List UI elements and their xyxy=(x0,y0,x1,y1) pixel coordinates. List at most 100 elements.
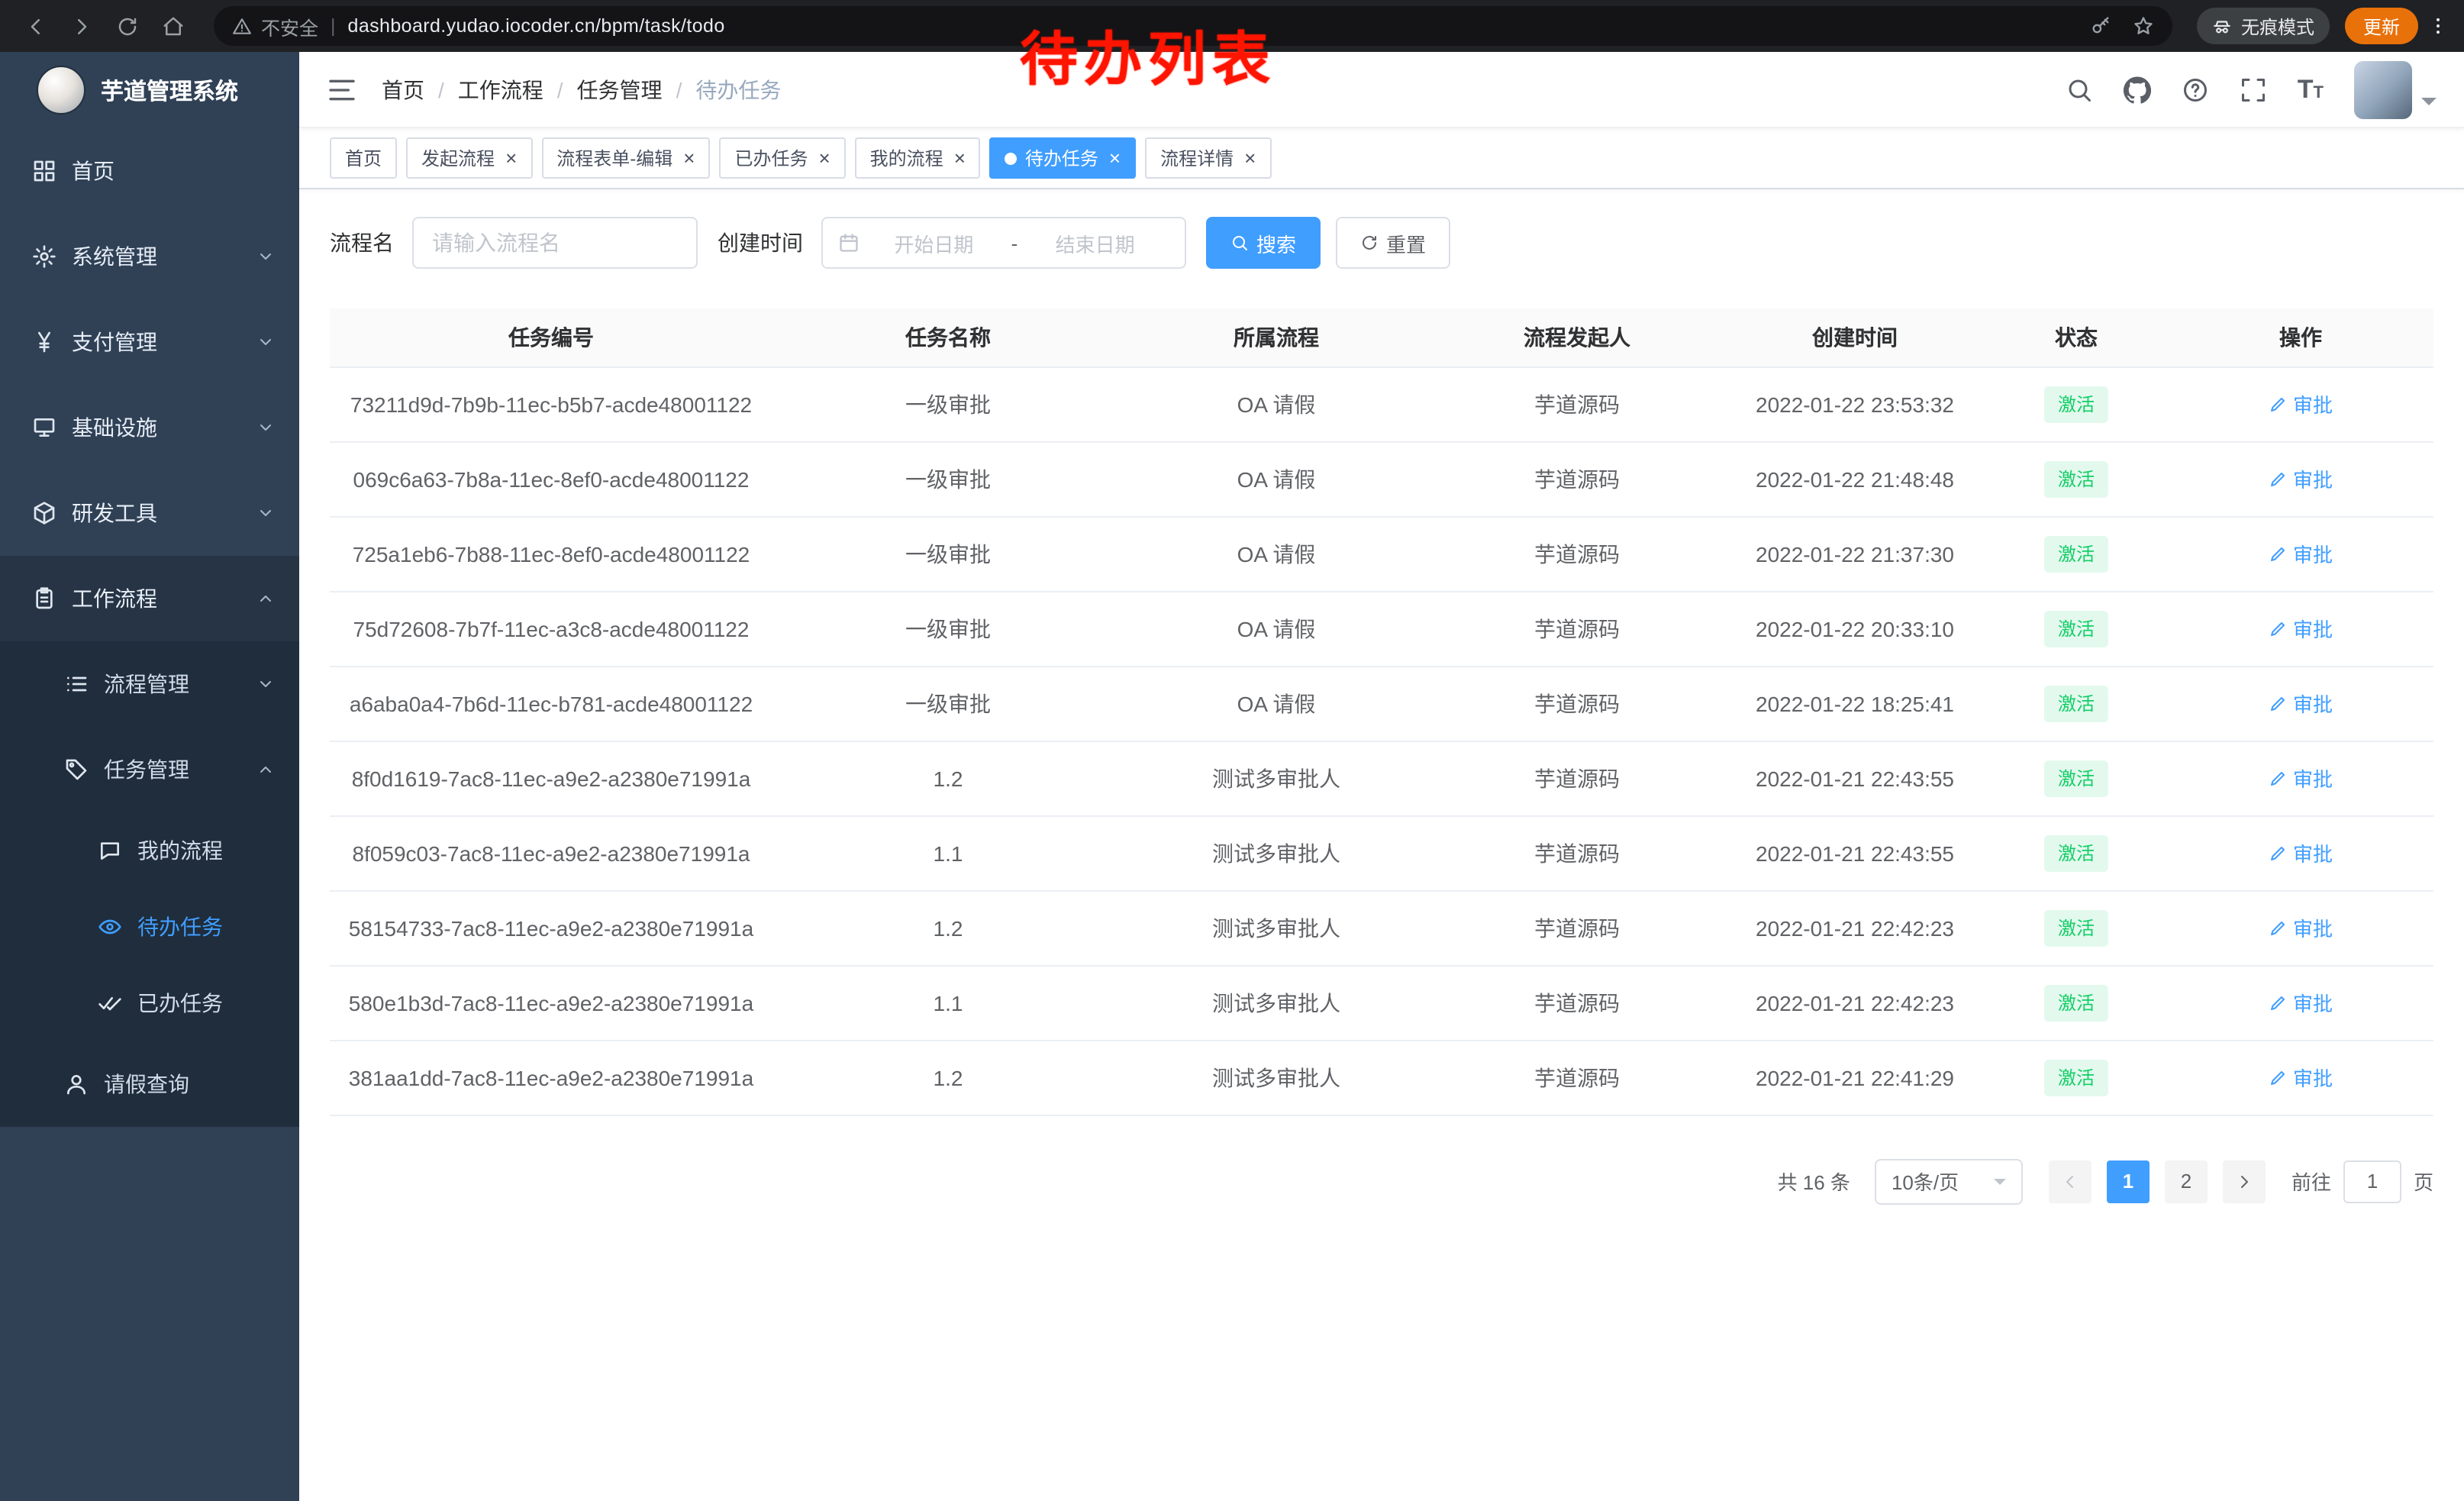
reset-button[interactable]: 重置 xyxy=(1336,217,1450,269)
avatar-button[interactable] xyxy=(2354,60,2437,118)
tab-form-edit[interactable]: 流程表单-编辑× xyxy=(541,137,710,179)
tab-home[interactable]: 首页 xyxy=(330,137,397,179)
refresh-icon[interactable] xyxy=(107,6,147,46)
total-count: 共 16 条 xyxy=(1778,1167,1850,1196)
sidebar-item-devtools[interactable]: 研发工具 xyxy=(0,470,299,556)
starter-cell: 芋道源码 xyxy=(1429,666,1725,741)
search-button[interactable]: 搜索 xyxy=(1206,217,1321,269)
tab-todo-task[interactable]: 待办任务× xyxy=(990,137,1136,179)
approve-button[interactable]: 审批 xyxy=(2269,1063,2333,1092)
task-id-cell: 8f059c03-7ac8-11ec-a9e2-a2380e71991a xyxy=(330,815,772,890)
sidebar-item-process-mgmt[interactable]: 流程管理 xyxy=(0,641,299,727)
approve-button[interactable]: 审批 xyxy=(2269,913,2333,942)
key-icon[interactable] xyxy=(2090,15,2111,37)
main-area: 首页/工作流程/任务管理/待办任务 TT 首页发起流程×流程表单-编辑×已办任务… xyxy=(299,52,2464,1501)
close-icon[interactable]: × xyxy=(954,148,966,168)
clipboard-icon xyxy=(32,586,56,611)
page-button-2[interactable]: 2 xyxy=(2165,1160,2208,1202)
pencil-icon xyxy=(2269,395,2287,413)
process-cell: OA 请假 xyxy=(1124,441,1429,516)
tab-process-detail[interactable]: 流程详情× xyxy=(1145,137,1271,179)
github-icon[interactable] xyxy=(2124,76,2151,103)
close-icon[interactable]: × xyxy=(1244,148,1256,168)
process-name-input[interactable] xyxy=(412,217,698,269)
sidebar-item-home[interactable]: 首页 xyxy=(0,128,299,214)
page-content: 流程名 创建时间 开始日期 - 结束日期 搜索 重 xyxy=(299,189,2464,1501)
approve-button[interactable]: 审批 xyxy=(2269,614,2333,643)
chevron-right-icon xyxy=(2235,1172,2253,1190)
approve-button[interactable]: 审批 xyxy=(2269,838,2333,867)
breadcrumb-item[interactable]: 首页 xyxy=(382,74,424,105)
chevron-down-icon xyxy=(256,418,275,437)
status-badge: 激活 xyxy=(2044,386,2108,422)
task-table-body: 73211d9d-7b9b-11ec-b5b7-acde48001122一级审批… xyxy=(330,366,2433,1115)
status-badge: 激活 xyxy=(2044,760,2108,796)
sidebar-item-system[interactable]: 系统管理 xyxy=(0,214,299,299)
close-icon[interactable]: × xyxy=(1109,148,1121,168)
breadcrumb-item[interactable]: 任务管理 xyxy=(577,74,663,105)
goto-page-input[interactable] xyxy=(2343,1160,2401,1202)
prev-page-button[interactable] xyxy=(2049,1160,2091,1202)
next-page-button[interactable] xyxy=(2223,1160,2266,1202)
home-icon[interactable] xyxy=(153,6,192,46)
app-title: 芋道管理系统 xyxy=(101,74,238,106)
question-icon[interactable] xyxy=(2182,76,2209,103)
starter-cell: 芋道源码 xyxy=(1429,591,1725,666)
approve-button[interactable]: 审批 xyxy=(2269,689,2333,718)
sidebar-item-payment[interactable]: 支付管理 xyxy=(0,299,299,385)
task-name-cell: 一级审批 xyxy=(772,516,1124,591)
approve-button[interactable]: 审批 xyxy=(2269,389,2333,418)
task-id-cell: a6aba0a4-7b6d-11ec-b781-acde48001122 xyxy=(330,666,772,741)
sidebar-item-workflow[interactable]: 工作流程 xyxy=(0,556,299,641)
sidebar-item-my-process[interactable]: 我的流程 xyxy=(0,812,299,889)
sidebar-item-leave-query[interactable]: 请假查询 xyxy=(0,1041,299,1127)
hamburger-icon[interactable] xyxy=(327,74,357,105)
kebab-menu-icon[interactable] xyxy=(2427,15,2449,37)
search-icon[interactable] xyxy=(2066,76,2093,103)
gear-icon xyxy=(32,244,56,269)
pencil-icon xyxy=(2269,918,2287,937)
chevron-down-icon xyxy=(256,675,275,693)
incognito-badge: 无痕模式 xyxy=(2197,8,2330,44)
approve-button[interactable]: 审批 xyxy=(2269,763,2333,792)
approve-button[interactable]: 审批 xyxy=(2269,988,2333,1017)
approve-button[interactable]: 审批 xyxy=(2269,539,2333,568)
task-name-cell: 一级审批 xyxy=(772,591,1124,666)
pencil-icon xyxy=(2269,769,2287,787)
task-name-cell: 一级审批 xyxy=(772,666,1124,741)
pencil-icon xyxy=(2269,619,2287,638)
fullscreen-icon[interactable] xyxy=(2240,76,2267,103)
text-size-icon[interactable]: TT xyxy=(2298,76,2324,102)
task-id-cell: 58154733-7ac8-11ec-a9e2-a2380e71991a xyxy=(330,890,772,965)
star-icon[interactable] xyxy=(2133,15,2154,37)
task-id-cell: 73211d9d-7b9b-11ec-b5b7-acde48001122 xyxy=(330,366,772,441)
process-cell: OA 请假 xyxy=(1124,366,1429,441)
table-row: 8f059c03-7ac8-11ec-a9e2-a2380e71991a1.1测… xyxy=(330,815,2433,890)
sidebar-item-infra[interactable]: 基础设施 xyxy=(0,385,299,470)
approve-button[interactable]: 审批 xyxy=(2269,464,2333,493)
sidebar-item-task-mgmt[interactable]: 任务管理 xyxy=(0,727,299,812)
status-badge: 激活 xyxy=(2044,984,2108,1021)
page-button-1[interactable]: 1 xyxy=(2107,1160,2150,1202)
app-logo[interactable]: 芋道管理系统 xyxy=(0,52,299,128)
starter-cell: 芋道源码 xyxy=(1429,815,1725,890)
address-bar[interactable]: 不安全 | dashboard.yudao.iocoder.cn/bpm/tas… xyxy=(214,6,2172,46)
table-row: 069c6a63-7b8a-11ec-8ef0-acde48001122一级审批… xyxy=(330,441,2433,516)
tab-my-process[interactable]: 我的流程× xyxy=(855,137,981,179)
tab-start-process[interactable]: 发起流程× xyxy=(406,137,532,179)
goto-label: 前往 xyxy=(2291,1167,2331,1196)
back-icon[interactable] xyxy=(15,6,55,46)
forward-icon[interactable] xyxy=(61,6,101,46)
update-button[interactable]: 更新 xyxy=(2345,8,2418,44)
page-size-select[interactable]: 10条/页 xyxy=(1875,1158,2023,1204)
sidebar-item-todo-task[interactable]: 待办任务 xyxy=(0,889,299,965)
task-name-cell: 1.1 xyxy=(772,815,1124,890)
close-icon[interactable]: × xyxy=(683,148,695,168)
close-icon[interactable]: × xyxy=(818,148,830,168)
breadcrumb-item[interactable]: 工作流程 xyxy=(458,74,543,105)
date-range-picker[interactable]: 开始日期 - 结束日期 xyxy=(821,217,1186,269)
sidebar-item-done-task[interactable]: 已办任务 xyxy=(0,965,299,1041)
search-icon xyxy=(1230,234,1249,252)
tab-done-task[interactable]: 已办任务× xyxy=(719,137,845,179)
close-icon[interactable]: × xyxy=(505,148,517,168)
